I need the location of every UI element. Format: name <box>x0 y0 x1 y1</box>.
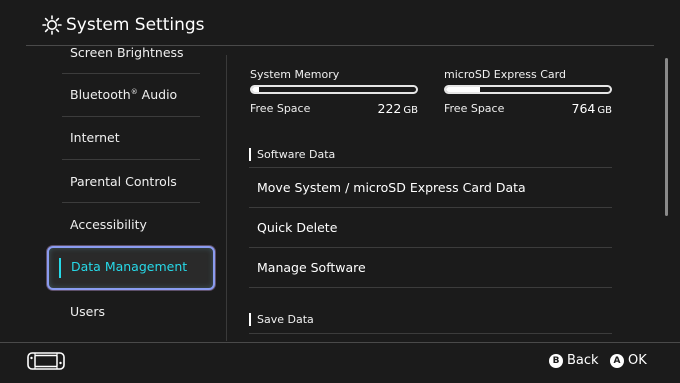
microsd-meter: microSD Express Card Free Space 764 GB <box>444 68 612 118</box>
sidebar-divider <box>62 116 200 117</box>
system-memory-bar <box>250 85 418 94</box>
manage-software-row[interactable]: Manage Software <box>249 248 612 288</box>
microsd-free-space-number: 764 <box>571 101 596 116</box>
b-button-icon: B <box>549 354 563 368</box>
microsd-free-space-value: 764 GB <box>572 101 612 118</box>
sidebar-item-label: Parental Controls <box>70 174 177 189</box>
move-data-row[interactable]: Move System / microSD Express Card Data <box>249 168 612 208</box>
sidebar-divider <box>62 202 200 203</box>
row-divider <box>249 287 612 288</box>
system-free-space-label: Free Space <box>250 102 311 115</box>
row-label: Manage Software <box>257 260 366 275</box>
sidebar-item-label-suffix: Audio <box>137 87 178 102</box>
sidebar-item-data-management[interactable]: Data Management <box>47 246 215 290</box>
a-button-icon: A <box>610 354 624 368</box>
back-action[interactable]: B Back <box>549 352 599 370</box>
gear-icon <box>42 15 62 35</box>
sidebar-item-screen-brightness[interactable]: Screen Brightness <box>70 46 220 61</box>
sidebar-item-internet[interactable]: Internet <box>70 130 220 146</box>
sidebar-item-accessibility[interactable]: Accessibility <box>70 217 220 233</box>
sidebar-item-label: Users <box>70 304 106 319</box>
sidebar-item-parental-controls[interactable]: Parental Controls <box>70 174 220 190</box>
ok-label: OK <box>628 353 647 368</box>
sidebar-divider <box>62 159 200 160</box>
registered-mark: ® <box>130 87 138 96</box>
row-divider <box>249 333 612 334</box>
scrollbar[interactable] <box>665 58 668 216</box>
header: System Settings <box>0 0 680 46</box>
system-free-space-value: 222 GB <box>378 101 418 118</box>
system-memory-bar-fill <box>252 87 259 92</box>
section-title: Software Data <box>257 148 336 161</box>
sidebar-divider <box>62 73 200 74</box>
sidebar-item-label: Accessibility <box>70 217 147 232</box>
page-title: System Settings <box>66 15 205 35</box>
console-icon <box>27 352 65 370</box>
sidebar-item-users[interactable]: Users <box>70 304 220 320</box>
back-label: Back <box>567 353 599 368</box>
system-memory-meter: System Memory Free Space 222 GB <box>250 68 418 118</box>
sidebar-item-label: Data Management <box>71 259 188 274</box>
section-title: Save Data <box>257 313 314 326</box>
system-free-space-unit: GB <box>403 105 418 116</box>
microsd-label: microSD Express Card <box>444 68 566 81</box>
sidebar-item-label: Bluetooth <box>70 87 131 102</box>
quick-delete-row[interactable]: Quick Delete <box>249 208 612 248</box>
sidebar-item-label: Internet <box>70 130 120 145</box>
row-label: Move System / microSD Express Card Data <box>257 180 526 195</box>
microsd-free-space-label: Free Space <box>444 102 505 115</box>
main-pane: System Memory Free Space 222 GB microSD E… <box>227 46 667 342</box>
system-free-space-number: 222 <box>377 101 402 116</box>
microsd-bar-fill <box>446 87 481 92</box>
sidebar-item-label: Screen Brightness <box>70 46 184 60</box>
footer-divider <box>0 342 680 343</box>
sidebar-item-bluetooth-audio[interactable]: Bluetooth® Audio <box>70 87 220 103</box>
microsd-bar <box>444 85 612 94</box>
ok-action[interactable]: A OK <box>610 352 650 370</box>
system-memory-label: System Memory <box>250 68 340 81</box>
microsd-free-space-unit: GB <box>597 105 612 116</box>
sidebar: Screen Brightness Bluetooth® Audio Inter… <box>0 46 226 342</box>
selection-accent-bar <box>59 258 61 278</box>
row-label: Quick Delete <box>257 220 338 235</box>
section-marker <box>249 148 251 161</box>
section-marker <box>249 313 251 326</box>
